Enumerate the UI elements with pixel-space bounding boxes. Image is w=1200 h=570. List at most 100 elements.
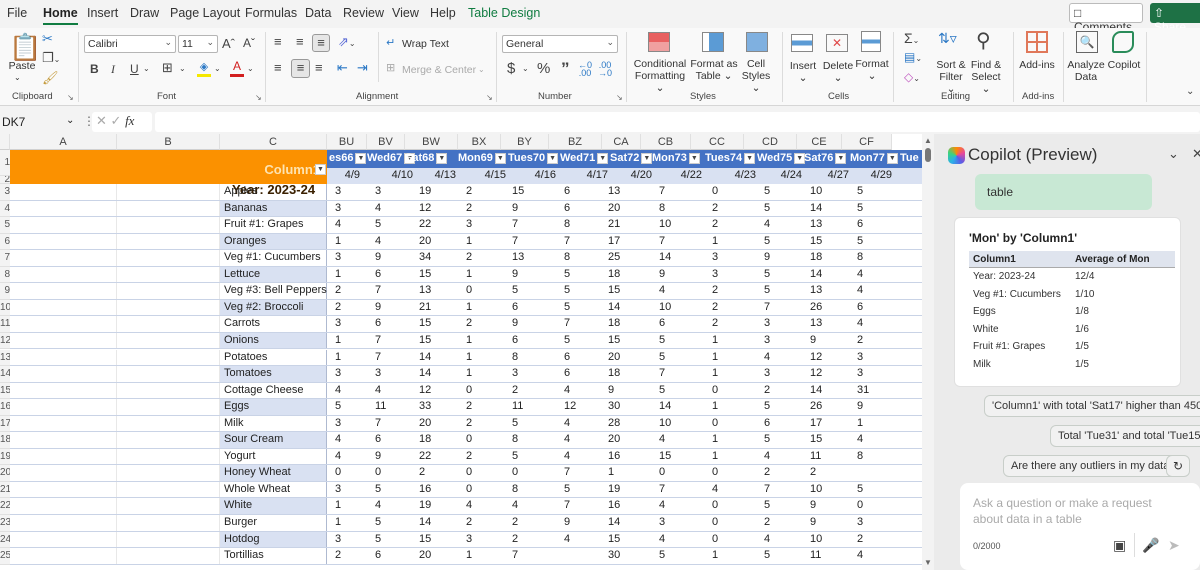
value-cell[interactable]: 8 — [564, 251, 570, 263]
value-cell[interactable]: 17 — [608, 235, 620, 247]
value-cell[interactable]: 0 — [466, 284, 472, 296]
value-cell[interactable]: 4 — [659, 499, 665, 511]
value-cell[interactable]: 14 — [608, 516, 620, 528]
value-cell[interactable]: 6 — [564, 367, 570, 379]
value-cell[interactable]: 4 — [375, 499, 381, 511]
insert-button[interactable]: Insert ⌄ — [788, 60, 818, 84]
value-cell[interactable]: 9 — [564, 516, 570, 528]
value-cell[interactable]: 4 — [335, 433, 341, 445]
tab-review[interactable]: Review — [343, 6, 384, 20]
italic-button[interactable]: I — [111, 62, 115, 77]
cell[interactable] — [117, 498, 220, 514]
align-right-icon[interactable]: ≡ — [315, 60, 323, 75]
item-cell[interactable]: Tomatoes — [220, 366, 327, 382]
value-cell[interactable]: 15 — [608, 533, 620, 545]
align-center-icon[interactable]: ≡ — [291, 59, 310, 78]
autosum-icon[interactable]: Σ⌄ — [904, 30, 919, 46]
value-cell[interactable]: 6 — [375, 549, 381, 561]
value-cell[interactable]: 4 — [764, 218, 770, 230]
value-cell[interactable]: 4 — [857, 433, 863, 445]
value-cell[interactable]: 4 — [712, 483, 718, 495]
value-cell[interactable]: 7 — [512, 549, 518, 561]
date-cell[interactable]: 4/17 — [568, 169, 608, 181]
item-cell[interactable]: Carrots — [220, 316, 327, 332]
paste-button[interactable]: Paste — [8, 60, 36, 72]
paste-dropdown-icon[interactable]: ⌄ — [14, 72, 21, 84]
value-cell[interactable]: 0 — [712, 185, 718, 197]
row-header[interactable]: 23 — [0, 515, 10, 532]
value-cell[interactable]: 22 — [419, 450, 431, 462]
value-cell[interactable]: 26 — [810, 301, 822, 313]
suggestion-chip[interactable]: Total 'Tue31' and total 'Tue15' — [1050, 425, 1200, 447]
tab-home[interactable]: Home — [43, 6, 78, 25]
value-cell[interactable]: 9 — [512, 317, 518, 329]
value-cell[interactable]: 1 — [712, 367, 718, 379]
cell[interactable] — [117, 332, 220, 349]
column-header-b[interactable]: B — [117, 134, 220, 150]
suggestion-chip[interactable]: Are there any outliers in my data? — [1003, 455, 1184, 477]
value-cell[interactable]: 7 — [564, 317, 570, 329]
middle-align-icon[interactable]: ≡ — [296, 34, 304, 49]
item-cell[interactable]: Eggs — [220, 399, 327, 415]
value-cell[interactable]: 13 — [810, 218, 822, 230]
delete-button[interactable]: Delete ⌄ — [822, 60, 854, 84]
value-cell[interactable]: 4 — [764, 351, 770, 363]
share-button[interactable]: ⇧ Share — [1150, 3, 1200, 34]
value-cell[interactable]: 5 — [764, 235, 770, 247]
formula-input[interactable] — [155, 112, 1200, 132]
item-cell[interactable]: Honey Wheat — [220, 465, 327, 481]
row-header[interactable]: 9 — [0, 283, 10, 300]
cell[interactable] — [117, 481, 220, 498]
value-cell[interactable]: 30 — [608, 549, 620, 561]
row-header[interactable]: 18 — [0, 432, 10, 449]
cell[interactable] — [117, 250, 220, 266]
value-cell[interactable]: 3 — [335, 317, 341, 329]
value-cell[interactable]: 14 — [419, 516, 431, 528]
row-header[interactable]: 8 — [0, 266, 10, 284]
value-cell[interactable]: 2 — [712, 317, 718, 329]
cell[interactable] — [10, 233, 117, 250]
value-cell[interactable]: 3 — [335, 367, 341, 379]
value-cell[interactable]: 0 — [375, 466, 381, 478]
date-cell[interactable]: 4/23 — [716, 169, 756, 181]
column-header[interactable]: CF — [842, 134, 892, 150]
value-cell[interactable]: 9 — [608, 384, 614, 396]
date-cell[interactable]: 4/9 — [320, 169, 360, 181]
value-cell[interactable]: 3 — [375, 367, 381, 379]
row-header[interactable]: 6 — [0, 233, 10, 251]
value-cell[interactable]: 9 — [512, 202, 518, 214]
value-cell[interactable]: 5 — [857, 235, 863, 247]
tab-view[interactable]: View — [392, 6, 419, 20]
date-cell[interactable]: 4/22 — [662, 169, 702, 181]
value-cell[interactable]: 14 — [659, 251, 671, 263]
value-cell[interactable]: 8 — [564, 218, 570, 230]
cell[interactable] — [117, 349, 220, 365]
value-cell[interactable]: 8 — [512, 351, 518, 363]
value-cell[interactable]: 14 — [810, 268, 822, 280]
item-cell[interactable]: Burger — [220, 515, 327, 531]
increase-font-icon[interactable]: Aˆ — [222, 36, 235, 51]
item-cell[interactable]: Sour Cream — [220, 432, 327, 448]
value-cell[interactable]: 12 — [564, 400, 576, 412]
value-cell[interactable]: 9 — [810, 499, 816, 511]
value-cell[interactable]: 0 — [466, 483, 472, 495]
tab-formulas[interactable]: Formulas — [245, 6, 297, 20]
filter-dropdown-button[interactable]: ▼ — [597, 152, 609, 164]
value-cell[interactable]: 3 — [857, 351, 863, 363]
value-cell[interactable]: 11 — [512, 400, 523, 412]
value-cell[interactable]: 1 — [466, 549, 472, 561]
value-cell[interactable]: 9 — [810, 334, 816, 346]
filter-dropdown-button[interactable]: ▼ — [547, 152, 559, 164]
value-cell[interactable]: 2 — [764, 516, 770, 528]
value-cell[interactable]: 0 — [857, 499, 863, 511]
item-cell[interactable]: Cottage Cheese — [220, 382, 327, 399]
value-cell[interactable]: 17 — [810, 417, 822, 429]
value-cell[interactable]: 7 — [564, 235, 570, 247]
value-cell[interactable]: 6 — [659, 317, 665, 329]
value-cell[interactable]: 7 — [659, 483, 665, 495]
value-cell[interactable]: 12 — [419, 384, 431, 396]
value-cell[interactable]: 5 — [764, 185, 770, 197]
value-cell[interactable]: 1 — [712, 549, 718, 561]
column-header[interactable]: CB — [641, 134, 691, 150]
value-cell[interactable]: 1 — [466, 351, 472, 363]
